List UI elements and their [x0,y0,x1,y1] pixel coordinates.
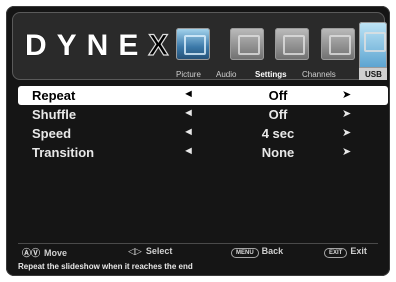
tab-picture[interactable]: Picture [176,70,201,79]
settings-menu: Repeat ◄ Off ➤ Shuffle ◄ Off ➤ Speed ◄ 4… [18,86,388,162]
menu-row-transition[interactable]: Transition ◄ None ➤ [18,143,388,162]
left-arrow-icon[interactable]: ◄ [183,107,194,119]
menu-row-speed[interactable]: Speed ◄ 4 sec ➤ [18,124,388,143]
hint-select-label: Select [145,246,173,256]
tab-audio[interactable]: Audio [216,70,236,79]
menu-row-repeat[interactable]: Repeat ◄ Off ➤ [18,86,388,105]
tv-screen: DYNEX Picture Audio Settings Channels US… [6,6,390,276]
footer-divider [18,243,378,244]
right-arrow-icon[interactable]: ➤ [342,88,351,101]
tab-channels[interactable]: Channels [302,70,336,79]
menu-header: DYNEX Picture Audio Settings Channels US… [12,12,387,80]
hint-exit-label: Exit [350,246,367,256]
hint-move: ⒶⓋ Move [22,246,67,259]
move-buttons-icon: ⒶⓋ [22,248,41,258]
settings-tab-icon[interactable] [275,28,309,60]
left-arrow-icon[interactable]: ◄ [183,88,194,100]
hint-move-label: Move [44,248,68,258]
select-buttons-icon: ◁▷ [128,246,142,256]
tab-settings[interactable]: Settings [255,70,287,79]
control-hints: ⒶⓋ Move ◁▷ Select MENU Back EXIT Exit [18,246,380,260]
hint-back-label: Back [261,246,284,256]
right-arrow-icon[interactable]: ➤ [342,107,351,120]
exit-key-icon: EXIT [324,248,348,258]
tab-bar: Picture Audio Settings Channels USB [176,22,387,80]
row-label: Transition [32,145,95,160]
help-description: Repeat the slideshow when it reaches the… [18,262,193,271]
hint-select: ◁▷ Select [128,246,172,257]
left-arrow-icon[interactable]: ◄ [183,145,194,157]
row-label: Speed [32,126,72,141]
usb-tab-icon[interactable] [359,22,387,68]
channels-tab-icon[interactable] [321,28,355,60]
left-arrow-icon[interactable]: ◄ [183,126,194,138]
right-arrow-icon[interactable]: ➤ [342,145,351,158]
row-value: 4 sec [261,126,295,141]
dynex-logo: DYNEX [25,28,179,62]
row-label: Shuffle [32,107,77,122]
row-label: Repeat [32,88,76,103]
row-value: Off [268,107,288,122]
hint-back: MENU Back [231,246,283,258]
hint-exit: EXIT Exit [324,246,367,258]
right-arrow-icon[interactable]: ➤ [342,126,351,139]
picture-tab-icon[interactable] [176,28,210,60]
menu-row-shuffle[interactable]: Shuffle ◄ Off ➤ [18,105,388,124]
tab-usb[interactable]: USB [365,70,382,79]
row-value: None [261,145,295,160]
audio-tab-icon[interactable] [230,28,264,60]
menu-key-icon: MENU [231,248,259,258]
row-value: Off [268,88,288,103]
